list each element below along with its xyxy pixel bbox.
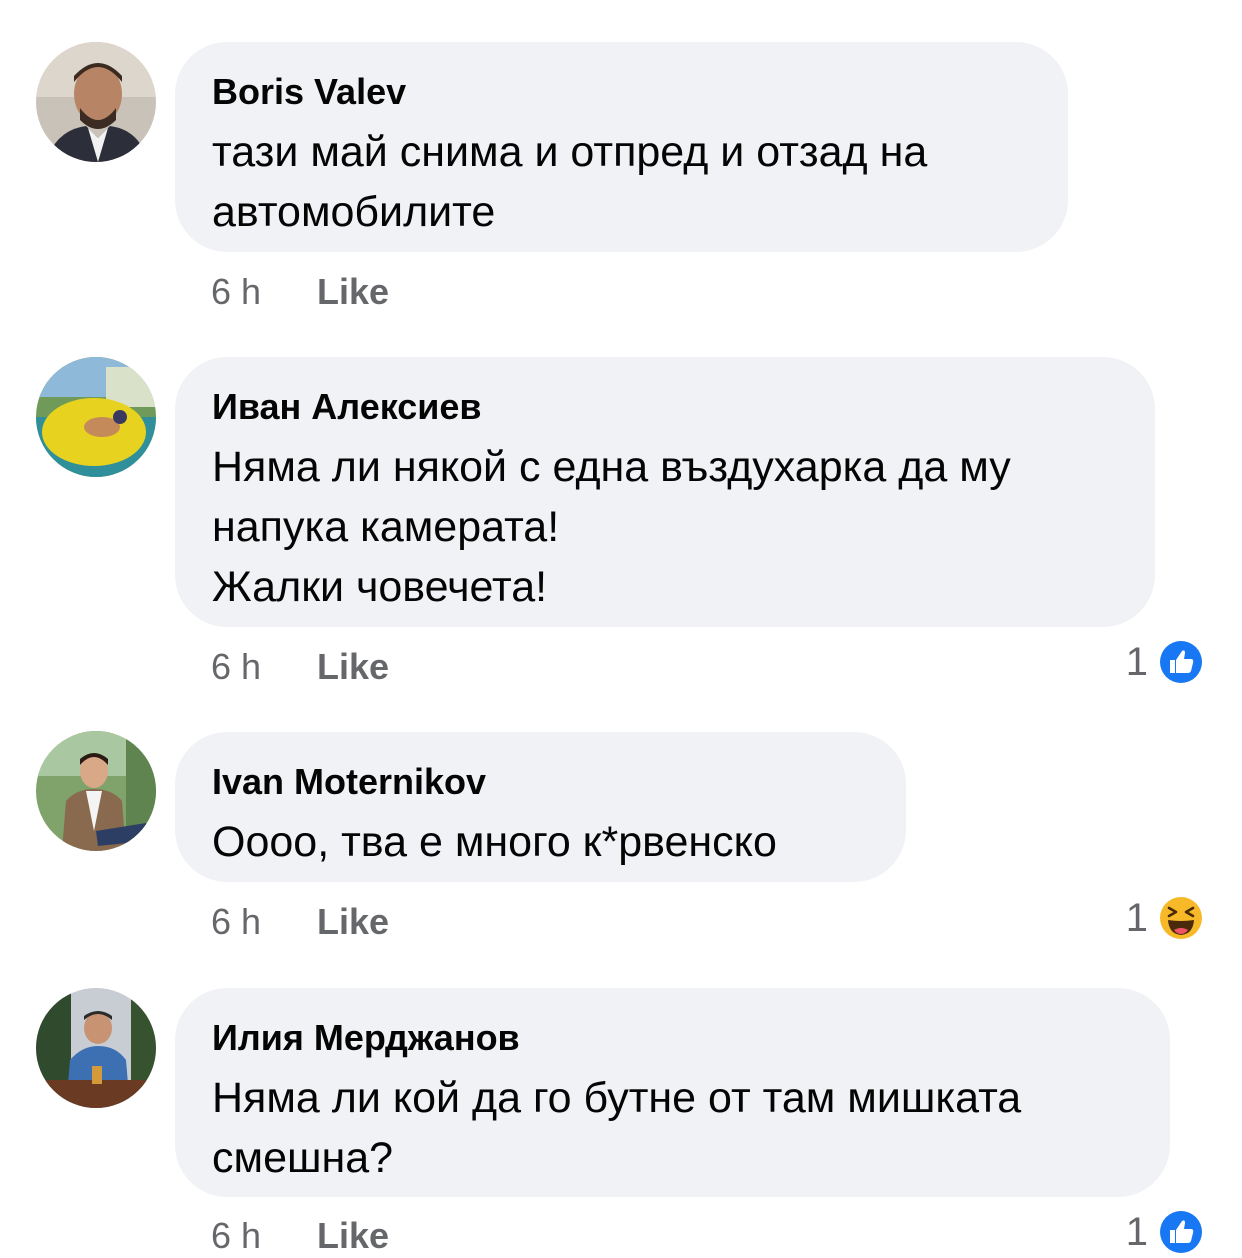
comment-meta: 6 h Like [211,902,389,942]
reaction-summary[interactable]: 1 [1126,637,1206,687]
comment-timestamp[interactable]: 6 h [211,272,317,312]
comment-text: Няма ли кой да го бутне от там мишката с… [212,1074,1022,1182]
like-icon [1156,1207,1206,1257]
comment-text: тази май снима и отпред и отзад на автом… [212,128,928,236]
comment-meta: 6 h Like [211,647,389,687]
like-link[interactable]: Like [317,271,389,312]
comment-bubble: Иван Алексиев Няма ли някой с една възду… [175,357,1155,627]
avatar[interactable] [36,357,156,477]
comment-author[interactable]: Иван Алексиев [212,385,1117,429]
comment-text: Оооо, тва е много к*рвенско [212,818,777,866]
like-link[interactable]: Like [317,901,389,942]
like-icon [1156,637,1206,687]
avatar[interactable] [36,988,156,1108]
avatar[interactable] [36,731,156,851]
comment-bubble: Boris Valev тази май снима и отпред и от… [175,42,1068,252]
reaction-summary[interactable]: 1 [1126,893,1206,943]
comment-timestamp[interactable]: 6 h [211,902,317,942]
comment-meta: 6 h Like [211,1216,389,1256]
comment-meta: 6 h Like [211,272,389,312]
comment-timestamp[interactable]: 6 h [211,1216,317,1256]
comment-text: Няма ли някой с една въздухарка да му на… [212,443,1011,611]
reaction-count: 1 [1125,895,1148,940]
comment-author[interactable]: Ivan Moternikov [212,760,868,804]
reaction-count: 1 [1125,1209,1148,1254]
comment-author[interactable]: Boris Valev [212,70,1030,114]
like-link[interactable]: Like [317,646,389,687]
comment-bubble: Ivan Moternikov Оооо, тва е много к*рвен… [175,732,906,882]
reaction-count: 1 [1125,639,1148,684]
comment-bubble: Илия Мерджанов Няма ли кой да го бутне о… [175,988,1170,1197]
haha-icon [1156,893,1206,943]
comment-author[interactable]: Илия Мерджанов [212,1016,1132,1060]
like-link[interactable]: Like [317,1215,389,1256]
avatar[interactable] [36,42,156,162]
reaction-summary[interactable]: 1 [1126,1207,1206,1257]
comment-timestamp[interactable]: 6 h [211,647,317,687]
